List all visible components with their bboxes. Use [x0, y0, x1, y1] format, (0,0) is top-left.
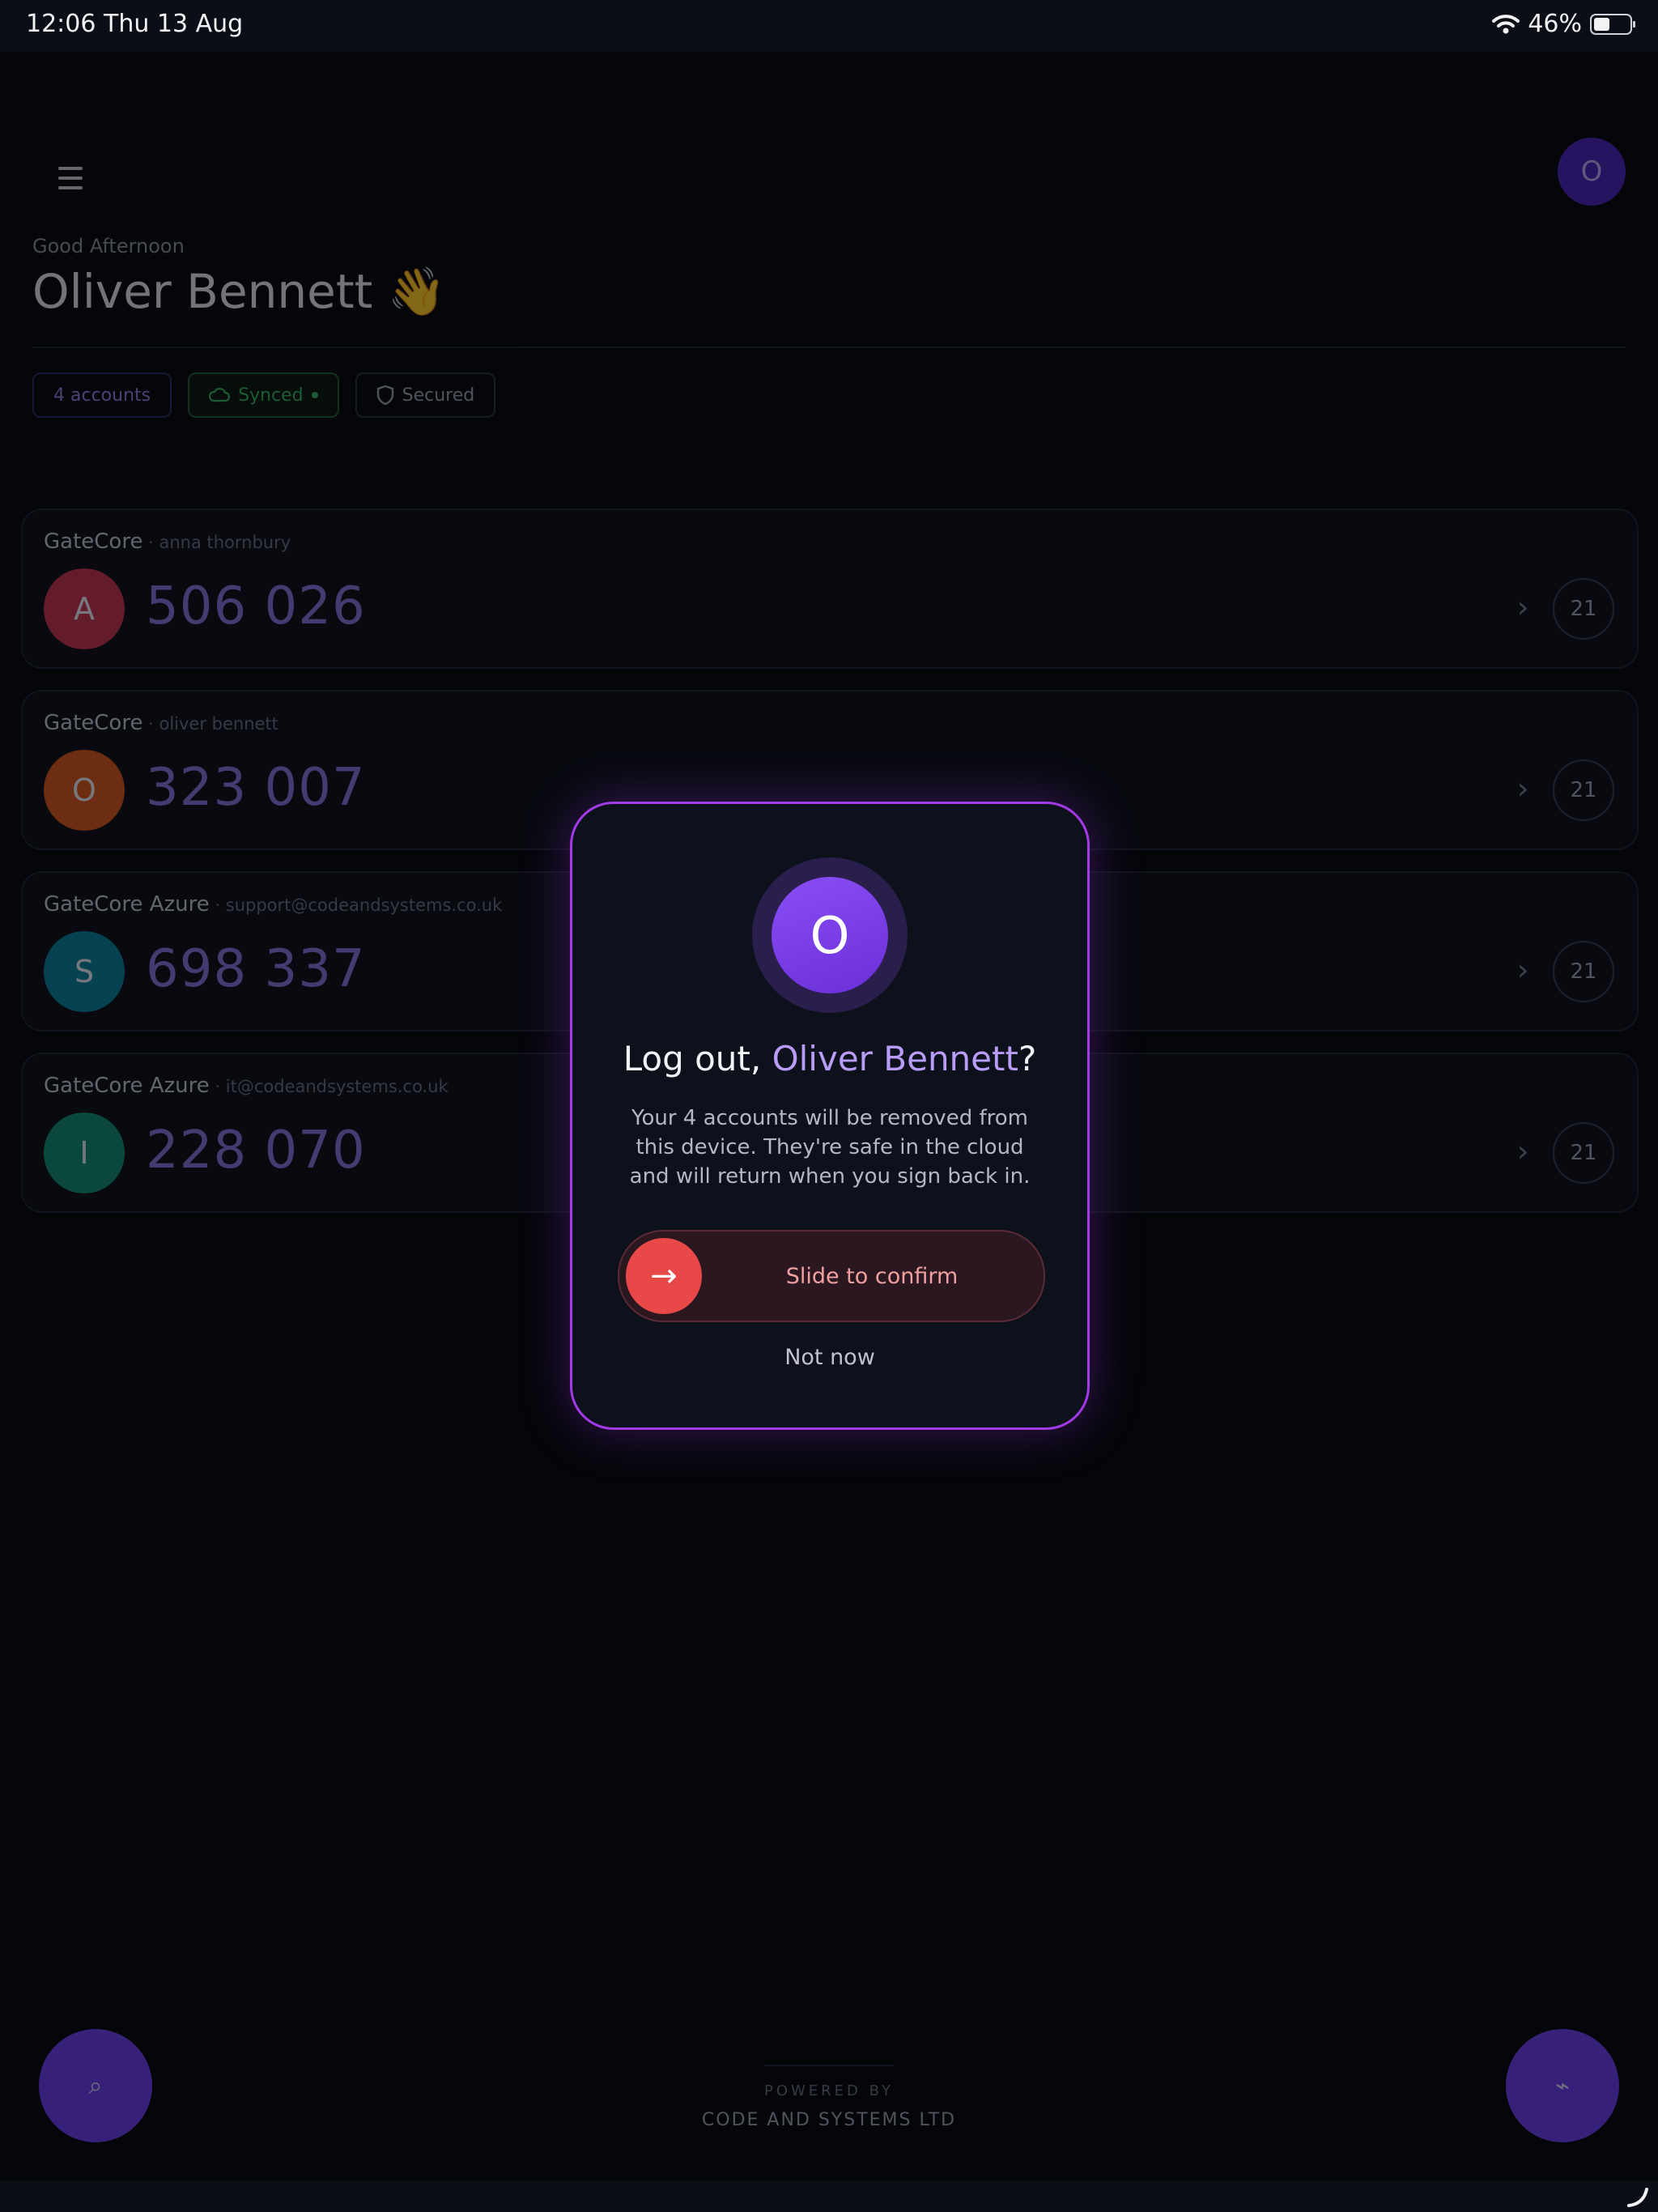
footer-divider	[764, 2065, 894, 2066]
sync-dot	[311, 392, 318, 398]
page-title: Oliver Bennett 👋	[32, 264, 446, 320]
account-user: · oliver bennett	[142, 714, 278, 734]
account-user: · anna thornbury	[142, 533, 291, 552]
secured-chip-label: Secured	[402, 385, 475, 406]
provider-name: GateCore	[44, 711, 143, 735]
countdown-timer: 21	[1553, 1122, 1614, 1184]
accounts-chip[interactable]: 4 accounts	[32, 372, 172, 418]
account-avatar: A	[44, 568, 125, 649]
countdown-timer: 21	[1553, 759, 1614, 821]
chevron-right-icon[interactable]: ›	[1517, 591, 1528, 624]
battery-icon	[1590, 13, 1635, 35]
account-user: · support@codeandsystems.co.uk	[209, 895, 503, 915]
company-name: CODE AND SYSTEMS LTD	[701, 2110, 957, 2130]
slide-to-confirm[interactable]: → Slide to confirm	[618, 1230, 1045, 1322]
menu-icon[interactable]	[58, 167, 83, 196]
wifi-icon	[1492, 14, 1520, 33]
battery-percent: 46%	[1528, 10, 1582, 38]
not-now-button[interactable]: Not now	[572, 1345, 1087, 1370]
account-provider: GateCore Azure · it@codeandsystems.co.uk	[44, 1074, 449, 1098]
corner-handle-icon	[1627, 2188, 1648, 2207]
chevron-right-icon[interactable]: ›	[1517, 772, 1528, 806]
slider-label: Slide to confirm	[785, 1263, 959, 1289]
user-name: Oliver Bennett	[32, 264, 373, 319]
dialog-avatar: O	[772, 877, 888, 993]
battery-fill	[1594, 17, 1610, 31]
dialog-title: Log out, Oliver Bennett?	[572, 1039, 1087, 1078]
account-avatar: O	[44, 750, 125, 831]
arrow-right-icon: →	[650, 1257, 678, 1295]
title-suffix: ?	[1018, 1039, 1037, 1078]
wave-emoji: 👋	[387, 264, 446, 319]
title-name: Oliver Bennett	[772, 1039, 1018, 1078]
otp-code[interactable]: 698 337	[146, 939, 366, 999]
account-provider: GateCore Azure · support@codeandsystems.…	[44, 892, 502, 917]
status-bar: 12:06 Thu 13 Aug 46%	[0, 0, 1658, 52]
logout-dialog: O Log out, Oliver Bennett? Your 4 accoun…	[570, 802, 1090, 1430]
provider-name: GateCore Azure	[44, 1074, 210, 1098]
profile-avatar[interactable]: O	[1558, 138, 1626, 206]
otp-code[interactable]: 228 070	[146, 1121, 366, 1180]
slider-knob[interactable]: →	[626, 1238, 702, 1314]
greeting: Good Afternoon	[32, 235, 185, 257]
otp-code[interactable]: 323 007	[146, 758, 366, 818]
cloud-icon	[209, 388, 231, 402]
account-avatar: I	[44, 1112, 125, 1193]
synced-chip[interactable]: Synced	[188, 372, 339, 418]
status-time: 12:06	[26, 10, 96, 38]
accounts-chip-label: 4 accounts	[53, 385, 151, 406]
shield-icon	[376, 385, 393, 406]
title-prefix: Log out,	[623, 1039, 772, 1078]
powered-by-label: POWERED BY	[763, 2082, 894, 2099]
chevron-right-icon[interactable]: ›	[1517, 1135, 1528, 1168]
account-avatar: S	[44, 931, 125, 1012]
countdown-timer: 21	[1553, 578, 1614, 640]
divider	[32, 347, 1626, 348]
provider-name: GateCore	[44, 530, 143, 554]
status-date: Thu 13 Aug	[104, 10, 244, 38]
countdown-timer: 21	[1553, 941, 1614, 1002]
account-user: · it@codeandsystems.co.uk	[209, 1077, 449, 1096]
home-indicator-bar	[0, 2181, 1658, 2212]
synced-chip-label: Synced	[238, 385, 304, 406]
dialog-message: Your 4 accounts will be removed from thi…	[629, 1106, 1031, 1189]
account-provider: GateCore · anna thornbury	[44, 530, 291, 554]
otp-code[interactable]: 506 026	[146, 576, 366, 636]
secured-chip[interactable]: Secured	[355, 372, 496, 418]
account-provider: GateCore · oliver bennett	[44, 711, 278, 735]
status-right: 46%	[1492, 10, 1635, 38]
account-card[interactable]: GateCore · anna thornbury A 506 026 › 21	[21, 508, 1639, 669]
chevron-right-icon[interactable]: ›	[1517, 954, 1528, 987]
status-chips: 4 accounts Synced Secured	[32, 372, 496, 418]
provider-name: GateCore Azure	[44, 892, 210, 917]
